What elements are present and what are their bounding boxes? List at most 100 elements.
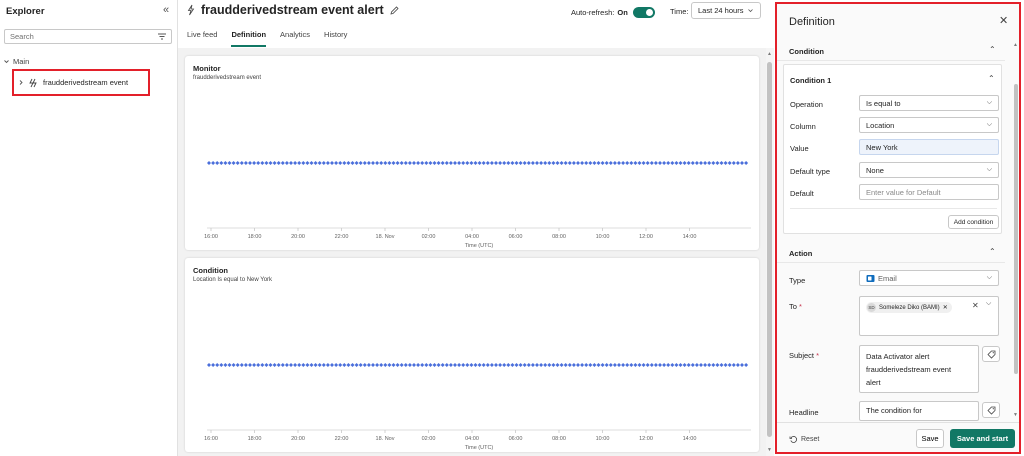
data-point (690, 161, 695, 165)
scroll-up-icon[interactable]: ▲ (1013, 42, 1018, 48)
condition-section-header[interactable]: Condition ⌃ (777, 41, 1005, 61)
headline-input[interactable]: The condition for (859, 401, 979, 421)
reset-button[interactable]: Reset (789, 435, 819, 444)
data-point (682, 363, 687, 367)
x-tick-label: 18. Nov (376, 234, 395, 240)
content-scroll-thumb[interactable] (767, 62, 772, 437)
tab-live-feed[interactable]: Live feed (187, 30, 217, 47)
data-point (711, 161, 716, 165)
data-point (625, 161, 630, 165)
recipient-chip[interactable]: SD Someleze Diko (BAMI) ✕ (866, 302, 952, 313)
collapse-pane-icon[interactable]: « (163, 4, 169, 16)
data-point (633, 363, 638, 367)
data-point (305, 363, 310, 367)
content-scrollbar[interactable]: ▲ ▼ (766, 48, 774, 456)
data-point (600, 161, 605, 165)
subject-input[interactable]: Data Activator alert fraudderivedstream … (859, 345, 979, 393)
data-point (649, 161, 654, 165)
data-point (666, 161, 671, 165)
monitor-subtitle: fraudderivedstream event (193, 75, 262, 81)
tab-analytics[interactable]: Analytics (280, 30, 310, 47)
default-input[interactable]: Enter value for Default (859, 184, 999, 200)
data-point (514, 363, 519, 367)
insert-tag-button[interactable] (982, 402, 1000, 418)
chevron-up-icon[interactable]: ⌃ (989, 247, 996, 256)
data-point (494, 161, 498, 165)
data-point (235, 363, 240, 367)
tab-definition[interactable]: Definition (231, 30, 267, 47)
data-point (588, 161, 593, 165)
data-point (690, 363, 695, 367)
data-point (514, 161, 519, 165)
close-icon[interactable]: ✕ (999, 14, 1008, 27)
data-point (276, 161, 281, 165)
x-tick-label: 18. Nov (376, 436, 395, 442)
column-select[interactable]: Location ⌵ (859, 117, 999, 133)
data-point (436, 161, 441, 165)
reset-icon (789, 436, 798, 443)
data-point (653, 161, 658, 165)
data-point (535, 161, 539, 165)
data-point (428, 161, 433, 165)
add-condition-button[interactable]: Add condition (948, 215, 999, 229)
data-point (547, 161, 552, 165)
data-point (670, 363, 675, 367)
data-point (592, 161, 597, 165)
action-section-header[interactable]: Action ⌃ (777, 243, 1005, 263)
tab-bar: Live feed Definition Analytics History (187, 30, 347, 47)
reset-label: Reset (801, 436, 820, 443)
condition-1-title: Condition 1 (790, 76, 832, 85)
auto-refresh-toggle[interactable] (632, 7, 655, 18)
scroll-up-icon[interactable]: ▲ (767, 51, 772, 57)
panel-footer: Reset Save Save and start (777, 422, 1019, 452)
data-point (584, 363, 589, 367)
data-point (383, 161, 388, 165)
filter-icon[interactable] (157, 32, 167, 41)
search-input[interactable] (5, 30, 145, 43)
clear-icon[interactable]: ✕ (972, 301, 979, 310)
tree-item-stream-event[interactable]: fraudderivedstream event (12, 69, 150, 96)
save-and-start-button[interactable]: Save and start (950, 429, 1015, 448)
scroll-down-icon[interactable]: ▼ (767, 447, 772, 453)
value-input[interactable]: New York (859, 139, 999, 155)
tree-group-main[interactable]: Main (3, 57, 29, 66)
x-tick-label: 10:00 (596, 436, 610, 442)
data-point (567, 363, 572, 367)
chevron-up-icon[interactable]: ⌃ (989, 45, 996, 54)
chevron-down-icon (4, 60, 9, 64)
data-point (231, 363, 236, 367)
condition-1-box: Condition 1 ⌃ Operation Is equal to ⌵ Co… (783, 64, 1002, 234)
monitor-card: 16:00 18:00 20:00 22:00 18. Nov 02:00 04:00 06:… (185, 56, 759, 250)
chevron-up-icon[interactable]: ⌃ (988, 74, 995, 83)
data-point (403, 161, 408, 165)
data-point (645, 363, 650, 367)
chevron-right-icon[interactable] (18, 79, 24, 86)
edit-icon[interactable] (389, 5, 400, 16)
scroll-down-icon[interactable]: ▼ (1013, 412, 1018, 418)
data-point (280, 363, 285, 367)
data-point (477, 161, 482, 165)
data-point (457, 363, 462, 367)
action-type-select[interactable]: Email ⌵ (859, 270, 999, 286)
tab-history[interactable]: History (324, 30, 347, 47)
default-type-select[interactable]: None ⌵ (859, 162, 999, 178)
data-point (645, 161, 650, 165)
tag-icon (986, 350, 995, 359)
save-button[interactable]: Save (916, 429, 944, 448)
x-tick-label: 16:00 (204, 234, 218, 240)
chevron-down-icon[interactable]: ⌵ (986, 300, 991, 308)
to-recipients-field[interactable]: SD Someleze Diko (BAMI) ✕ ✕ ⌵ (859, 296, 999, 336)
operation-select[interactable]: Is equal to ⌵ (859, 95, 999, 111)
data-point (293, 363, 298, 367)
operation-value: Is equal to (866, 98, 901, 108)
data-point (625, 363, 630, 367)
remove-chip-icon[interactable]: ✕ (943, 304, 948, 311)
time-range-select[interactable]: Last 24 hours (691, 2, 761, 19)
data-point (342, 363, 347, 367)
insert-tag-button[interactable] (982, 346, 1000, 362)
search-box[interactable] (4, 29, 172, 44)
data-point (469, 363, 474, 367)
data-point (559, 161, 564, 165)
panel-scrollbar[interactable]: ▲ ▼ (1013, 42, 1020, 420)
panel-scroll-thumb[interactable] (1014, 84, 1018, 374)
